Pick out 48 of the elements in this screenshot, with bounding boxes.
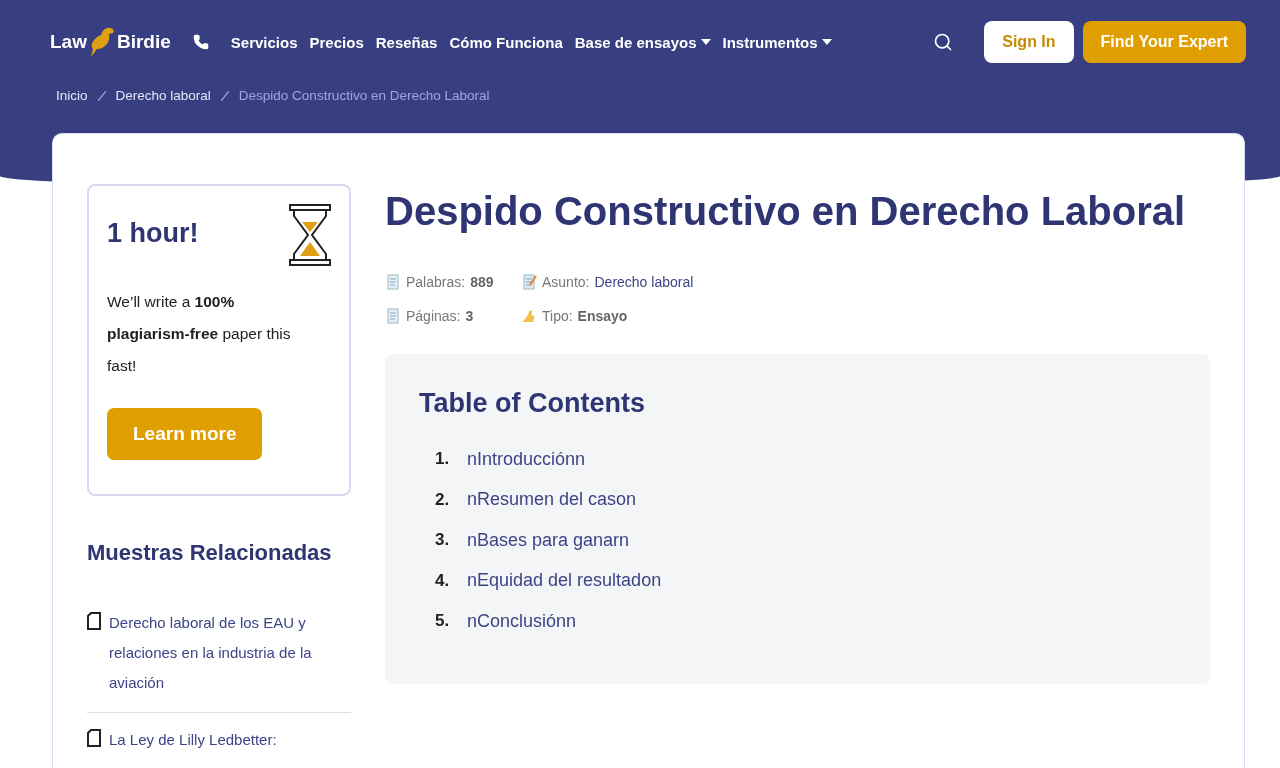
toc-number: 4.: [435, 570, 451, 591]
toc-number: 5.: [435, 611, 451, 632]
meta-label: Páginas:: [406, 308, 461, 324]
toc-number: 1.: [435, 449, 451, 470]
logo-text[interactable]: Law: [50, 31, 87, 53]
promo-title: 1 hour!: [107, 218, 199, 249]
toc-link[interactable]: nEquidad del resultadon: [467, 570, 662, 592]
toc-link[interactable]: nBases para ganarn: [467, 529, 630, 551]
meta-value: 3: [465, 308, 474, 324]
nav-link[interactable]: Reseñas: [375, 33, 438, 51]
toc-link[interactable]: nIntroducciónn: [467, 448, 586, 470]
meta-value: Ensayo: [577, 308, 628, 324]
related-link[interactable]: La Ley de Lilly Ledbetter:: [109, 725, 277, 755]
article-title: Despido Constructivo en Derecho Laboral: [385, 188, 1187, 235]
document-icon: [521, 274, 537, 290]
toc-number: 2.: [435, 489, 451, 510]
nav-link[interactable]: Precios: [309, 33, 364, 51]
breadcrumb-link[interactable]: Derecho laboral: [115, 88, 211, 103]
search-icon[interactable]: [933, 32, 954, 52]
phone-icon[interactable]: [192, 34, 209, 50]
slash-icon: [97, 90, 106, 101]
meta-label: Tipo:: [542, 308, 573, 324]
toc-heading: Table of Contents: [419, 388, 646, 419]
caret-icon: [821, 39, 832, 45]
toc-number: 3.: [435, 530, 451, 551]
toc-link[interactable]: nResumen del cason: [467, 489, 637, 511]
nav-link[interactable]: Cómo Funciona: [449, 33, 563, 51]
meta-link[interactable]: Derecho laboral: [594, 274, 694, 290]
logo-text[interactable]: Birdie: [116, 31, 171, 53]
document-icon: [87, 729, 101, 747]
hourglass-icon: [289, 204, 331, 266]
breadcrumb-link[interactable]: Inicio: [56, 88, 88, 103]
nav-link[interactable]: Instrumentos: [722, 33, 832, 51]
caret-icon: [700, 39, 711, 45]
related-heading: Muestras Relacionadas: [87, 540, 333, 566]
meta-label: Asunto:: [542, 274, 590, 290]
slash-icon: [220, 90, 229, 101]
promo-text: We’ll write a 100% plagiarism-free paper this fast!: [107, 292, 291, 376]
nav-link[interactable]: Base de ensayos: [574, 33, 711, 51]
breadcrumb-link[interactable]: Despido Constructivo en Derecho Laboral: [238, 88, 490, 103]
toc-link[interactable]: nConclusiónn: [467, 610, 577, 632]
meta-value: 889: [470, 274, 494, 290]
meta-label: Palabras:: [406, 274, 466, 290]
related-link[interactable]: Derecho laboral de los EAU y relaciones en la industria de la aviación: [109, 608, 351, 698]
nav-link[interactable]: Servicios: [230, 33, 298, 51]
document-icon: [87, 612, 101, 630]
document-icon: [385, 274, 401, 290]
document-icon: [385, 308, 401, 324]
